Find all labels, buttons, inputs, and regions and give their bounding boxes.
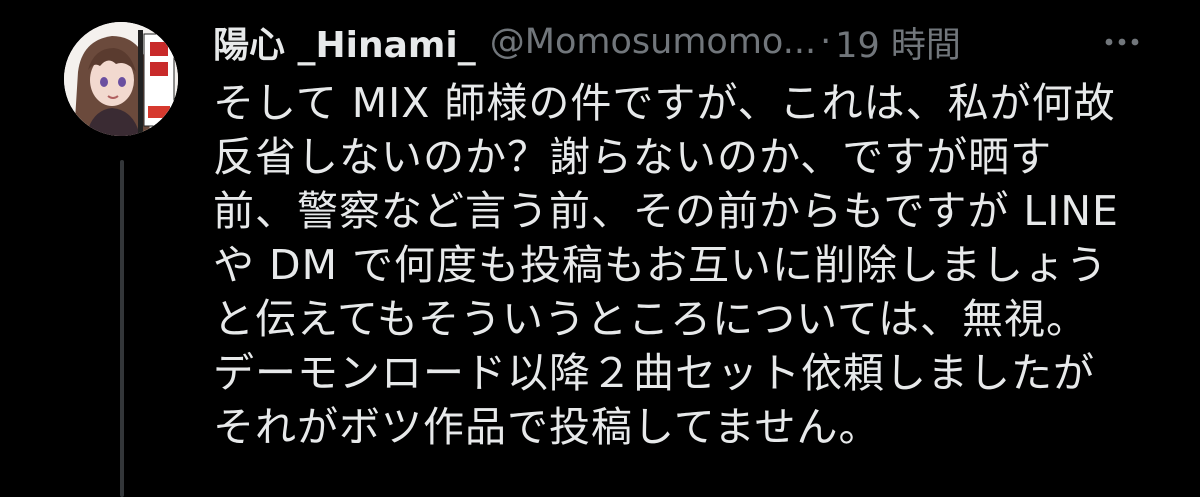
tweet-text-line: や DM で何度も投稿もお互いに削除しましょう bbox=[213, 241, 1109, 289]
tweet-text-line: 反省しないのか？謝らないのか、ですが晒す bbox=[213, 133, 1053, 181]
thread-connector-line bbox=[120, 160, 124, 497]
tweet-text-line: デーモンロード以降２曲セット依頼しましたが bbox=[213, 349, 1095, 397]
user-handle[interactable]: @Momosumomo... bbox=[490, 22, 816, 62]
avatar-image bbox=[64, 22, 178, 136]
tweet-text-line: と伝えてもそういうところについては、無視。 bbox=[213, 295, 1089, 343]
display-name[interactable]: 陽心 _Hinami_ bbox=[213, 16, 476, 68]
tweet-body: そして MIX 師様の件ですが、これは、私が何故 反省しないのか？謝らないのか、… bbox=[213, 76, 1173, 491]
tweet-header: 陽心 _Hinami_ @Momosumomo... · 19 時間 bbox=[213, 14, 1143, 70]
more-options-button[interactable] bbox=[1098, 22, 1146, 62]
tweet-timestamp[interactable]: 19 時間 bbox=[835, 17, 961, 68]
tweet-text-line: 前、警察など言う前、その前からもですが LINE bbox=[213, 187, 1119, 235]
avatar[interactable] bbox=[64, 22, 178, 136]
separator-dot: · bbox=[820, 22, 832, 62]
tweet-text-line: それがボツ作品で投稿してません。 bbox=[213, 403, 881, 451]
tweet-text-line: そして MIX 師様の件ですが、これは、私が何故 bbox=[213, 79, 1116, 127]
more-horizontal-icon bbox=[1105, 38, 1139, 46]
